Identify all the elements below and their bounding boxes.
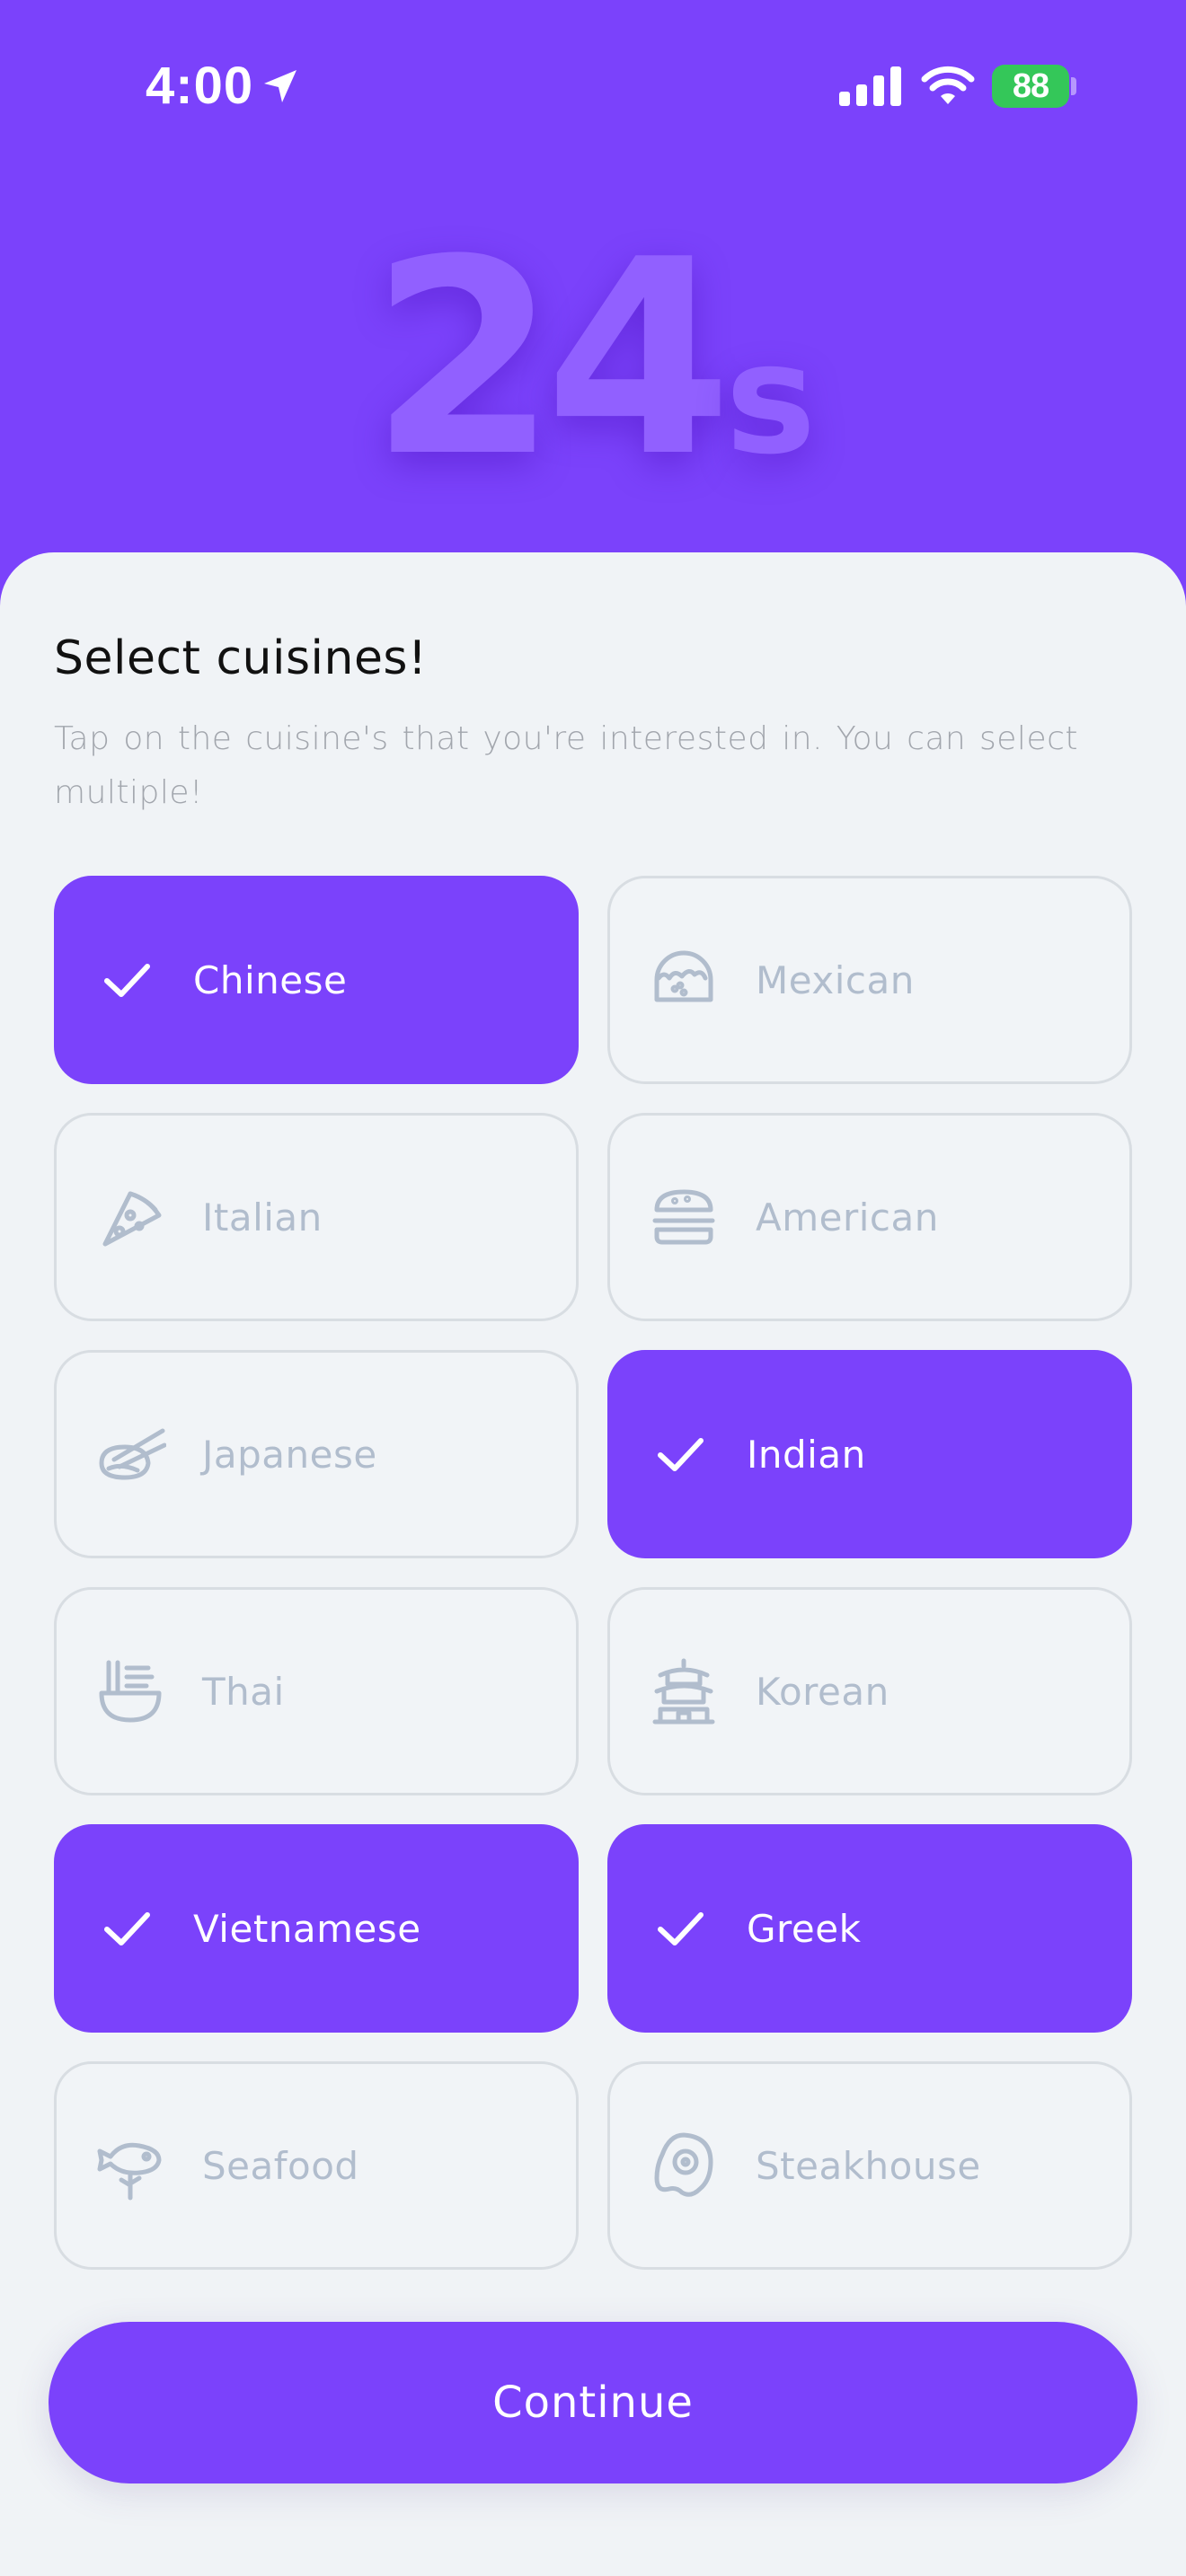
status-bar: 4:00 88 [0,0,1186,171]
noodle-bowl-icon [94,1655,166,1727]
cuisine-card-thai[interactable]: Thai [54,1587,579,1795]
pagoda-icon [648,1655,720,1727]
fish-icon [94,2130,166,2201]
cuisine-label: Korean [756,1669,890,1714]
cuisine-card-indian[interactable]: Indian [607,1350,1132,1558]
continue-button[interactable]: Continue [49,2322,1137,2483]
cuisine-sheet: Select cuisines! Tap on the cuisine's th… [0,552,1186,2576]
cuisine-label: Italian [202,1195,323,1239]
pizza-slice-icon [94,1181,166,1253]
cuisine-label: Steakhouse [756,2143,981,2188]
wifi-icon [921,66,975,104]
sushi-chopsticks-icon [94,1418,166,1490]
check-icon [98,951,155,1009]
cuisine-card-japanese[interactable]: Japanese [54,1350,579,1558]
cuisine-label: Chinese [193,957,348,1002]
cuisine-card-mexican[interactable]: Mexican [607,876,1132,1084]
cuisine-card-italian[interactable]: Italian [54,1113,579,1321]
cuisine-card-american[interactable]: American [607,1113,1132,1321]
battery-level: 88 [1012,66,1049,105]
cuisine-card-steakhouse[interactable]: Steakhouse [607,2061,1132,2270]
timer-unit: s [725,311,817,489]
status-time: 4:00 [146,57,254,115]
battery-cap [1071,77,1076,95]
cellular-signal-icon [839,66,901,106]
timer-value: 24 [369,202,733,516]
cuisine-card-chinese[interactable]: Chinese [54,876,579,1084]
page-title: Select cuisines! [54,631,428,685]
cuisine-label: Japanese [202,1432,377,1477]
header: 4:00 88 24s [0,0,1186,575]
cuisine-grid: Chinese Mexican Italian American Japanese Ind… [54,876,1132,2270]
location-arrow-icon [264,70,296,102]
cuisine-label: American [756,1195,939,1239]
cuisine-card-seafood[interactable]: Seafood [54,2061,579,2270]
cuisine-card-greek[interactable]: Greek [607,1824,1132,2033]
countdown-timer: 24s [0,225,1186,494]
cuisine-label: Thai [202,1669,285,1714]
cuisine-card-korean[interactable]: Korean [607,1587,1132,1795]
cuisine-label: Mexican [756,957,915,1002]
cuisine-label: Greek [747,1906,862,1951]
check-icon [651,1425,709,1483]
battery-charging-icon: 88 [992,65,1069,108]
cuisine-card-vietnamese[interactable]: Vietnamese [54,1824,579,2033]
cuisine-label: Indian [747,1432,866,1477]
cuisine-label: Seafood [202,2143,359,2188]
check-icon [651,1900,709,1957]
steak-icon [648,2130,720,2201]
page-subtitle: Tap on the cuisine's that you're interes… [54,720,1078,811]
taco-icon [648,944,720,1016]
cuisine-label: Vietnamese [193,1906,421,1951]
burger-icon [648,1181,720,1253]
check-icon [98,1900,155,1957]
